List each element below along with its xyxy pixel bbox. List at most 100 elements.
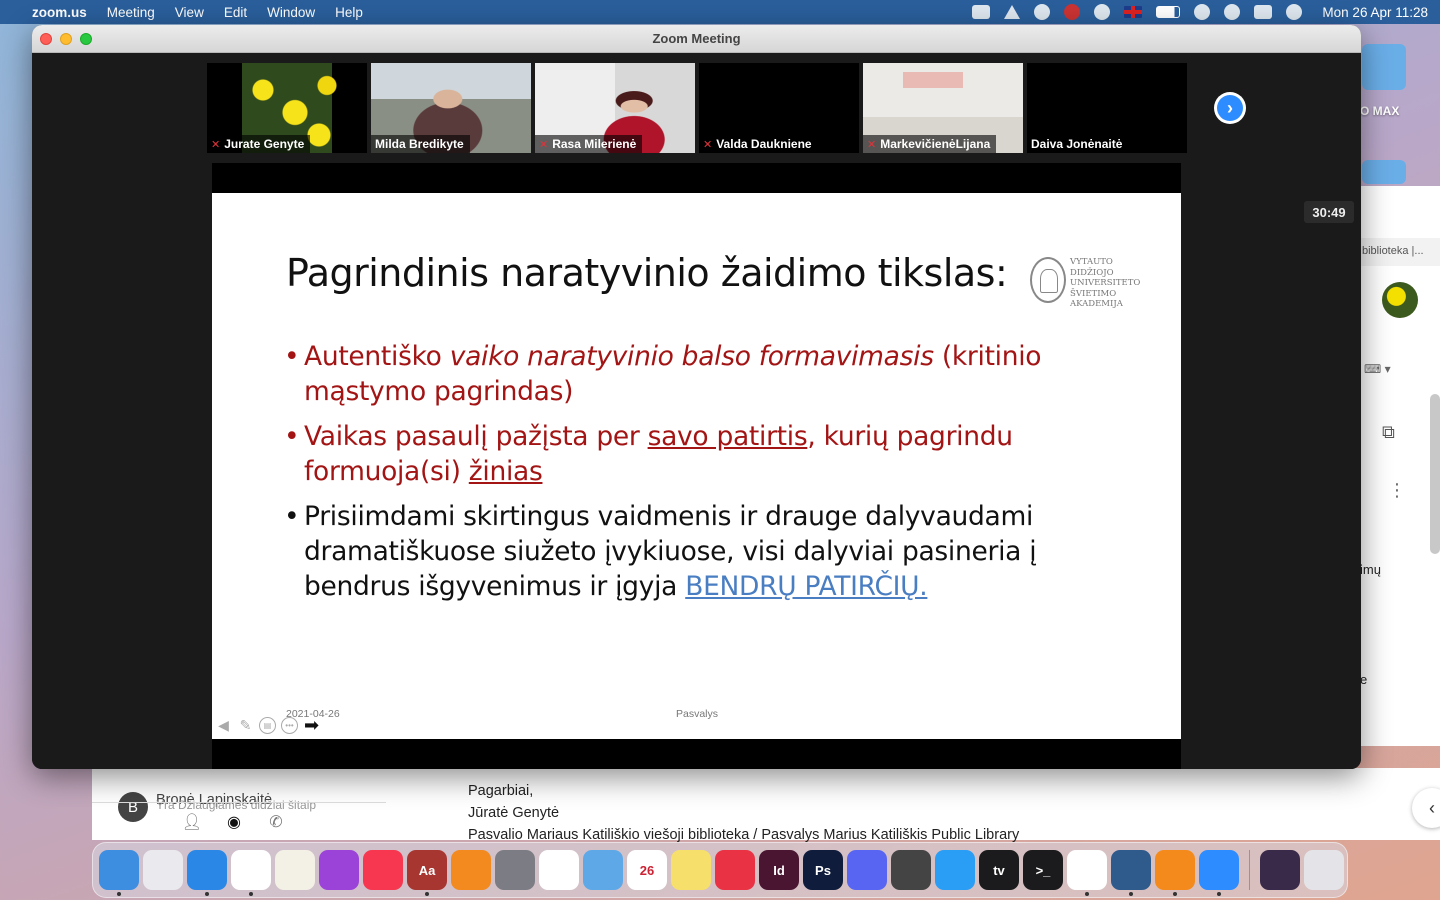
control-center-icon[interactable] xyxy=(1254,5,1273,19)
uk-flag-input-icon[interactable] xyxy=(1124,6,1143,18)
dock-launchpad-icon[interactable] xyxy=(143,850,183,890)
participant-tile[interactable]: ✕ Valda Daukniene xyxy=(699,63,859,153)
participant-tile[interactable]: ✕ MarkevičienėLijana xyxy=(863,63,1023,153)
logo-line: AKADEMIJA xyxy=(1070,299,1123,309)
desktop-folder-2-icon[interactable] xyxy=(1362,160,1406,184)
zoom-meeting-window: Zoom Meeting ✕ Jurate Genyte Milda Bredi… xyxy=(32,25,1361,769)
more-icon[interactable]: ••• xyxy=(281,717,298,734)
open-external-icon[interactable]: ⧉ xyxy=(1382,422,1395,443)
bolt-status-icon[interactable] xyxy=(1064,4,1081,20)
bullet-link-text: BENDRŲ PATIRČIŲ. xyxy=(685,571,928,602)
dock-chrome-icon[interactable] xyxy=(231,850,271,896)
participant-tile-active-speaker[interactable]: Milda Bredikyte xyxy=(371,63,531,153)
previous-slide-icon[interactable]: ◀ xyxy=(215,717,232,734)
phone-icon[interactable]: ✆ xyxy=(266,812,286,832)
participant-strip: ✕ Jurate Genyte Milda Bredikyte ✕ Rasa M… xyxy=(207,63,1187,153)
dock-safari-icon[interactable] xyxy=(187,850,227,896)
dock-recent-item-icon[interactable] xyxy=(1260,850,1300,890)
slide-footer-place: Pasvalys xyxy=(676,708,719,720)
next-participants-button[interactable]: › xyxy=(1214,92,1246,124)
creative-cloud-icon[interactable] xyxy=(1034,4,1051,20)
dock-discord-icon[interactable] xyxy=(847,850,887,890)
dock-app-store-icon[interactable] xyxy=(935,850,975,890)
dock-apple-tv-icon[interactable]: tv xyxy=(979,850,1019,890)
window-titlebar[interactable]: Zoom Meeting xyxy=(32,25,1361,53)
menu-bar: zoom.us Meeting View Edit Window Help Mo… xyxy=(0,0,1440,24)
vlc-status-icon[interactable] xyxy=(1004,5,1021,19)
dock-books-icon[interactable] xyxy=(451,850,491,890)
participant-name-label: Milda Bredikyte xyxy=(371,135,470,153)
battery-icon[interactable] xyxy=(1156,6,1181,18)
bullet-text: Vaikas pasaulį pažįsta per xyxy=(304,421,648,452)
university-name: VYTAUTO DIDŽIOJO UNIVERSITETO ŠVIETIMO A… xyxy=(1070,257,1150,310)
menu-app-name[interactable]: zoom.us xyxy=(32,5,87,20)
close-window-button[interactable] xyxy=(40,33,52,45)
dock-vlc-icon[interactable] xyxy=(1155,850,1195,896)
participant-tile[interactable]: ✕ Jurate Genyte xyxy=(207,63,367,153)
profile-avatar[interactable] xyxy=(1382,282,1418,318)
pen-icon[interactable]: ✎ xyxy=(237,717,254,734)
bullet-text: Autentiško xyxy=(304,341,450,372)
participant-tile[interactable]: ✕ Rasa Milerienė xyxy=(535,63,695,153)
logo-line: UNIVERSITETO xyxy=(1070,278,1141,288)
dock-finder-icon[interactable] xyxy=(99,850,139,896)
dock-photos-icon[interactable] xyxy=(539,850,579,890)
slideshow-controls: ◀ ✎ ▤ ••• ➡ xyxy=(215,715,320,735)
participant-name: Milda Bredikyte xyxy=(375,137,464,151)
desktop-folder-icon[interactable] xyxy=(1362,44,1406,90)
dock-window-manager-icon[interactable] xyxy=(1111,850,1151,896)
dock-podcasts-icon[interactable] xyxy=(319,850,359,890)
dock-chrome-2-icon[interactable] xyxy=(1067,850,1107,896)
university-logo: VYTAUTO DIDŽIOJO UNIVERSITETO ŠVIETIMO A… xyxy=(1030,257,1150,310)
participant-name: Jurate Genyte xyxy=(224,137,305,151)
next-slide-icon[interactable]: ➡ xyxy=(303,715,320,735)
dock-system-preferences-icon[interactable] xyxy=(495,850,535,890)
dock-trash-icon[interactable] xyxy=(1304,850,1344,890)
window-title: Zoom Meeting xyxy=(652,31,741,46)
meeting-area: ✕ Jurate Genyte Milda Bredikyte ✕ Rasa M… xyxy=(32,53,1361,769)
slides-overview-icon[interactable]: ▤ xyxy=(259,717,276,734)
participant-tile[interactable]: Daiva Jonėnaitė xyxy=(1027,63,1187,153)
dock-music-icon[interactable] xyxy=(363,850,403,890)
dock-terminal-icon[interactable]: >_ xyxy=(1023,850,1063,890)
wifi-icon[interactable] xyxy=(1194,4,1211,20)
slide-bullet: Prisiimdami skirtingus vaidmenis ir drau… xyxy=(284,499,1074,604)
menu-help[interactable]: Help xyxy=(335,5,363,20)
participant-name-label: ✕ Valda Daukniene xyxy=(699,135,818,153)
dock-photoshop-icon[interactable]: Ps xyxy=(803,850,843,890)
dock-checker-icon[interactable] xyxy=(891,850,931,890)
background-scrollbar[interactable] xyxy=(1430,394,1440,554)
more-options-icon[interactable]: ⋮ xyxy=(1388,480,1406,501)
minimize-window-button[interactable] xyxy=(60,33,72,45)
keyboard-dropdown-icon[interactable]: ⌨ ▾ xyxy=(1364,362,1391,376)
dock: Aa 26 Id Ps tv >_ xyxy=(92,842,1348,898)
background-text-fragment: imų xyxy=(1360,562,1381,577)
dock-calendar-icon[interactable]: 26 xyxy=(627,850,667,890)
contact-toolbar: 👤︎ ◉ ✆ xyxy=(182,812,286,832)
dock-zoom-icon[interactable] xyxy=(1199,850,1239,896)
collapse-panel-button[interactable]: ‹ xyxy=(1412,788,1440,828)
dock-pixelmator-icon[interactable] xyxy=(583,850,623,890)
menu-window[interactable]: Window xyxy=(267,5,315,20)
spotlight-search-icon[interactable] xyxy=(1224,4,1241,20)
dock-speedtest-icon[interactable] xyxy=(715,850,755,890)
dock-indesign-icon[interactable]: Id xyxy=(759,850,799,890)
play-status-icon[interactable] xyxy=(1094,4,1111,20)
zoom-status-icon[interactable] xyxy=(972,5,991,19)
chevron-right-icon: › xyxy=(1217,95,1243,121)
dock-textedit-icon[interactable] xyxy=(275,850,315,890)
background-text-fragment-2: e xyxy=(1360,672,1368,687)
participant-name: Valda Daukniene xyxy=(716,137,812,151)
dock-notes-icon[interactable] xyxy=(671,850,711,890)
dock-dictionary-icon[interactable]: Aa xyxy=(407,850,447,896)
menu-edit[interactable]: Edit xyxy=(224,5,247,20)
menu-view[interactable]: View xyxy=(175,5,204,20)
menu-meeting[interactable]: Meeting xyxy=(107,5,155,20)
chat-icon[interactable]: ◉ xyxy=(224,812,244,832)
menu-clock[interactable]: Mon 26 Apr 11:28 xyxy=(1322,5,1428,20)
person-icon[interactable]: 👤︎ xyxy=(182,812,202,832)
fullscreen-window-button[interactable] xyxy=(80,33,92,45)
siri-icon[interactable] xyxy=(1286,4,1303,20)
desktop-folder-label: O MAX xyxy=(1360,104,1400,118)
background-tab[interactable]: biblioteka |... xyxy=(1360,238,1440,266)
